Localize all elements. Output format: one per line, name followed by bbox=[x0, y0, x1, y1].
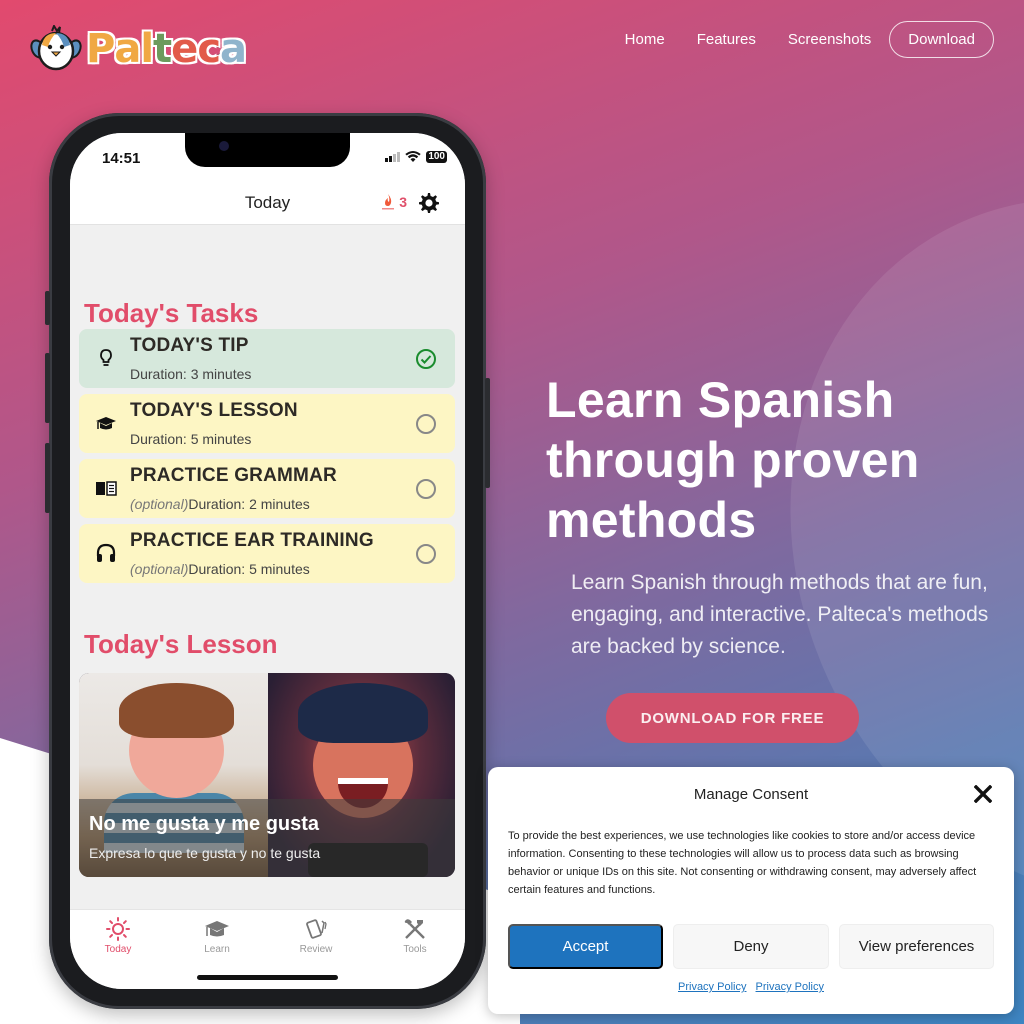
privacy-policy-link[interactable]: Privacy Policy bbox=[678, 981, 746, 993]
settings-gear-icon[interactable] bbox=[417, 191, 441, 215]
status-time: 14:51 bbox=[102, 150, 141, 167]
wifi-icon bbox=[405, 151, 422, 162]
check-circle-icon[interactable] bbox=[415, 348, 437, 370]
phone-volume-down bbox=[45, 443, 50, 513]
cards-icon bbox=[306, 919, 327, 939]
consent-links: Privacy Policy Privacy Policy bbox=[488, 981, 1014, 993]
lesson-title: No me gusta y me gusta bbox=[89, 813, 320, 835]
view-preferences-button[interactable]: View preferences bbox=[839, 924, 994, 969]
close-icon[interactable] bbox=[974, 785, 992, 803]
phone-mockup: 14:51 100 Today 3 Today's Tasks TODAY'S … bbox=[45, 113, 490, 1009]
task-duration: Duration: 5 minutes bbox=[130, 431, 252, 447]
tab-today[interactable]: Today bbox=[83, 916, 153, 955]
empty-circle-icon[interactable] bbox=[415, 543, 437, 565]
nav-download-button[interactable]: Download bbox=[889, 21, 994, 58]
task-duration: Duration: 3 minutes bbox=[130, 366, 252, 382]
phone-mute-switch bbox=[45, 291, 50, 325]
status-icons: 100 bbox=[385, 151, 447, 163]
phone-screen: 14:51 100 Today 3 Today's Tasks TODAY'S … bbox=[70, 133, 465, 989]
battery-indicator: 100 bbox=[426, 151, 447, 163]
task-duration: (optional)Duration: 2 minutes bbox=[130, 496, 310, 512]
penguin-logo-icon bbox=[30, 23, 82, 73]
logo-letter: e bbox=[170, 25, 199, 73]
logo-letter: c bbox=[196, 25, 222, 73]
lesson-section-title: Today's Lesson bbox=[84, 629, 278, 659]
logo-letter: l bbox=[139, 25, 155, 73]
download-free-button[interactable]: DOWNLOAD FOR FREE bbox=[606, 693, 859, 743]
task-title: TODAY'S TIP bbox=[130, 335, 249, 356]
nav-home[interactable]: Home bbox=[609, 31, 681, 48]
hero-title: Learn Spanish through proven methods bbox=[546, 372, 920, 548]
streak-count: 3 bbox=[399, 194, 407, 210]
cellular-signal-icon bbox=[385, 152, 401, 162]
privacy-policy-link[interactable]: Privacy Policy bbox=[756, 981, 824, 993]
tab-review[interactable]: Review bbox=[281, 916, 351, 955]
graduation-cap-icon bbox=[96, 417, 116, 430]
lesson-caption-overlay bbox=[79, 799, 455, 877]
front-camera bbox=[219, 141, 229, 151]
phone-volume-up bbox=[45, 353, 50, 423]
accept-button[interactable]: Accept bbox=[508, 924, 663, 969]
tools-icon bbox=[404, 919, 425, 939]
nav-features[interactable]: Features bbox=[681, 31, 772, 48]
logo-letter: P bbox=[85, 25, 116, 73]
phone-power-button bbox=[485, 378, 490, 488]
task-title: PRACTICE EAR TRAINING bbox=[130, 530, 374, 551]
sun-icon bbox=[106, 917, 130, 941]
nav-screenshots[interactable]: Screenshots bbox=[772, 31, 887, 48]
logo-letter: a bbox=[113, 25, 142, 73]
graduation-cap-icon bbox=[205, 921, 229, 937]
task-item-ear-training[interactable]: PRACTICE EAR TRAINING (optional)Duration… bbox=[79, 524, 455, 583]
brand-logo[interactable]: Palteca bbox=[30, 23, 248, 74]
lightbulb-icon bbox=[100, 349, 112, 366]
task-title: PRACTICE GRAMMAR bbox=[130, 465, 337, 486]
book-icon bbox=[96, 481, 117, 496]
home-indicator bbox=[197, 975, 338, 980]
empty-circle-icon[interactable] bbox=[415, 478, 437, 500]
main-nav: Home Features Screenshots Download bbox=[609, 21, 994, 58]
tasks-section-title: Today's Tasks bbox=[84, 298, 259, 328]
task-item-lesson[interactable]: TODAY'S LESSON Duration: 5 minutes bbox=[79, 394, 455, 453]
consent-dialog: Manage Consent To provide the best exper… bbox=[488, 767, 1014, 1014]
flame-icon bbox=[382, 194, 395, 210]
tab-learn[interactable]: Learn bbox=[182, 916, 252, 955]
phone-notch bbox=[185, 133, 350, 167]
app-header: Today 3 bbox=[70, 185, 465, 225]
task-title: TODAY'S LESSON bbox=[130, 400, 298, 421]
logo-letter: a bbox=[219, 25, 248, 73]
task-duration: (optional)Duration: 5 minutes bbox=[130, 561, 310, 577]
headphones-icon bbox=[96, 543, 116, 562]
streak-counter[interactable]: 3 bbox=[381, 193, 407, 211]
empty-circle-icon[interactable] bbox=[415, 413, 437, 435]
consent-title: Manage Consent bbox=[693, 786, 809, 803]
task-item-tip[interactable]: TODAY'S TIP Duration: 3 minutes bbox=[79, 329, 455, 388]
logo-letter: t bbox=[152, 25, 173, 73]
lesson-card[interactable]: No me gusta y me gusta Expresa lo que te… bbox=[79, 673, 455, 877]
consent-body: To provide the best experiences, we use … bbox=[508, 830, 977, 896]
lesson-subtitle: Expresa lo que te gusta y no te gusta bbox=[89, 845, 321, 861]
brand-wordmark: Palteca bbox=[85, 25, 248, 73]
hero-subtitle: Learn Spanish through methods that are f… bbox=[571, 571, 989, 658]
task-item-grammar[interactable]: PRACTICE GRAMMAR (optional)Duration: 2 m… bbox=[79, 459, 455, 518]
deny-button[interactable]: Deny bbox=[673, 924, 829, 969]
tab-tools[interactable]: Tools bbox=[380, 916, 450, 955]
